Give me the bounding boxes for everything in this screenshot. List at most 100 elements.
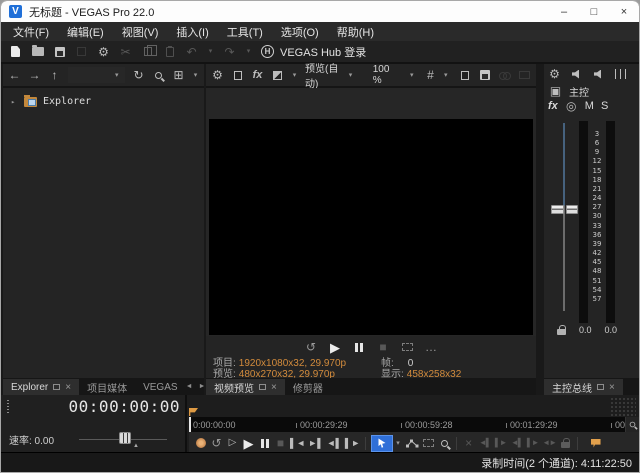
refresh-icon[interactable]: ↻ <box>132 67 145 83</box>
previous-frame-icon[interactable]: ◄▌ <box>327 435 342 451</box>
play-from-start-icon[interactable]: ▷ <box>226 435 239 451</box>
play-icon[interactable]: ▶ <box>329 339 342 355</box>
paste-icon[interactable] <box>163 44 176 60</box>
trim-tool-icon[interactable]: ◄▌ <box>478 435 491 451</box>
mixer-settings-icon[interactable]: ⚙ <box>548 66 561 82</box>
play-button[interactable]: ▶ <box>242 435 255 451</box>
tool-dropdown-icon[interactable]: ▾ <box>396 439 403 447</box>
open-project-icon[interactable] <box>31 44 44 60</box>
pause-icon[interactable] <box>353 339 366 355</box>
trim-tool-icon[interactable]: ▌► <box>494 435 507 451</box>
undo-icon[interactable]: ↶ <box>185 44 198 60</box>
panel-tab[interactable]: 视频预览 × <box>206 379 285 395</box>
vegas-hub-login-button[interactable]: VEGAS Hub 登录 <box>280 44 366 60</box>
goto-end-icon[interactable]: ►▌ <box>308 435 323 451</box>
solo-button[interactable]: S <box>601 100 608 112</box>
dock-icon[interactable] <box>53 384 60 390</box>
save-project-icon[interactable] <box>53 44 66 60</box>
preview-quality-select[interactable]: 预览(自动) <box>305 60 342 90</box>
lock-icon[interactable] <box>559 435 572 451</box>
forward-icon[interactable]: → <box>28 67 41 83</box>
mute-button[interactable]: M <box>585 100 594 112</box>
insert-fx-bus-icon[interactable] <box>592 66 605 82</box>
playhead-cursor[interactable] <box>189 417 191 432</box>
tab-scroll-left-icon[interactable]: ◄ <box>186 383 193 390</box>
insert-audio-bus-icon[interactable] <box>570 66 583 82</box>
menu-item[interactable]: 工具(T) <box>218 24 272 40</box>
downmix-icon[interactable]: ◎ <box>565 98 578 114</box>
stop-icon[interactable]: ■ <box>377 339 390 355</box>
external-monitor-icon[interactable] <box>518 67 531 83</box>
project-properties-icon[interactable]: ⚙ <box>97 44 110 60</box>
marker-bar[interactable] <box>189 395 639 417</box>
zoom-tool-icon[interactable] <box>438 435 451 451</box>
grid-overlay-icon[interactable]: # <box>424 67 437 83</box>
zoom-dropdown-icon[interactable]: ▾ <box>410 71 417 79</box>
vegas-hub-icon[interactable]: H <box>261 45 274 58</box>
panel-tab[interactable]: Explorer × <box>3 379 79 395</box>
loop-playback-icon[interactable]: ↺ <box>210 435 223 451</box>
expand-icon[interactable]: ▸ <box>11 98 18 106</box>
preview-zoom-select[interactable]: 100 % <box>373 64 395 86</box>
loop-playback-icon[interactable]: ↺ <box>305 339 318 355</box>
close-tab-icon[interactable]: × <box>271 382 277 393</box>
bus-fx-button[interactable]: fx <box>548 100 558 112</box>
views-dropdown-icon[interactable]: ▾ <box>192 67 199 83</box>
timeline-marker-flag-icon[interactable] <box>189 408 198 416</box>
redo-icon[interactable]: ↷ <box>223 44 236 60</box>
tab-scroll-right-icon[interactable]: ► <box>199 383 206 390</box>
quality-dropdown-icon[interactable]: ▾ <box>349 71 356 79</box>
drag-grip[interactable] <box>7 400 9 415</box>
split-screen-dropdown-icon[interactable]: ▾ <box>291 67 298 83</box>
goto-start-icon[interactable]: ▌◄ <box>290 435 305 451</box>
more-options-icon[interactable]: … <box>425 339 438 355</box>
split-screen-view-icon[interactable] <box>271 67 284 83</box>
rate-slider-handle[interactable] <box>119 432 131 444</box>
up-icon[interactable]: ↑ <box>48 67 61 83</box>
tab-master-bus[interactable]: 主控总线 × <box>544 379 623 395</box>
maximize-button[interactable]: □ <box>579 1 609 22</box>
undo-dropdown-icon[interactable]: ▾ <box>207 44 214 60</box>
save-snapshot-icon[interactable] <box>478 67 491 83</box>
volume-fader-handle[interactable] <box>551 205 578 214</box>
cut-icon[interactable]: ✂ <box>119 44 132 60</box>
stereo-3d-icon[interactable] <box>498 67 511 83</box>
menu-item[interactable]: 文件(F) <box>4 24 58 40</box>
dock-icon[interactable] <box>259 384 266 390</box>
close-button[interactable]: × <box>609 1 639 22</box>
menu-item[interactable]: 帮助(H) <box>328 24 383 40</box>
time-ruler[interactable]: 0:00:00:00 00:00:29:2900:00:59:2800:01:2… <box>189 417 639 432</box>
lock-fader-icon[interactable] <box>557 329 566 335</box>
normal-edit-tool-button[interactable] <box>371 435 393 452</box>
close-tab-icon[interactable]: × <box>65 382 71 393</box>
views-icon[interactable]: ⊞ <box>172 67 185 83</box>
menu-item[interactable]: 视图(V) <box>113 24 168 40</box>
copy-icon[interactable] <box>141 44 154 60</box>
selection-tool-icon[interactable] <box>422 435 435 451</box>
pause-button[interactable] <box>258 435 271 451</box>
menu-item[interactable]: 插入(I) <box>167 24 217 40</box>
preview-settings-icon[interactable]: ⚙ <box>211 67 224 83</box>
trim-tool-icon[interactable]: ◄► <box>542 435 556 451</box>
stop-button[interactable]: ■ <box>274 435 287 451</box>
record-button[interactable] <box>194 435 207 451</box>
menu-item[interactable]: 选项(O) <box>272 24 328 40</box>
back-icon[interactable]: ← <box>8 67 21 83</box>
insert-marker-icon[interactable] <box>589 435 602 451</box>
panel-tab[interactable]: VEGAS × <box>135 379 185 395</box>
redo-dropdown-icon[interactable]: ▾ <box>245 44 252 60</box>
render-as-icon[interactable] <box>75 44 88 60</box>
minimize-button[interactable]: – <box>549 1 579 22</box>
new-project-icon[interactable] <box>9 44 22 60</box>
timeline-zoom-button[interactable] <box>625 417 639 432</box>
envelope-tool-icon[interactable] <box>406 435 419 451</box>
trim-tool-icon[interactable]: ▌► <box>526 435 539 451</box>
volume-fader-track[interactable] <box>563 123 565 311</box>
dock-icon[interactable] <box>597 384 604 390</box>
undock-icon[interactable] <box>231 67 244 83</box>
timecode-display[interactable]: 00:00:00:00 <box>69 397 180 416</box>
address-dropdown[interactable]: ▾ <box>68 67 125 83</box>
panel-tab[interactable]: 项目媒体 × <box>79 379 135 395</box>
grid-dropdown-icon[interactable]: ▾ <box>444 71 451 79</box>
menu-item[interactable]: 编辑(E) <box>58 24 113 40</box>
